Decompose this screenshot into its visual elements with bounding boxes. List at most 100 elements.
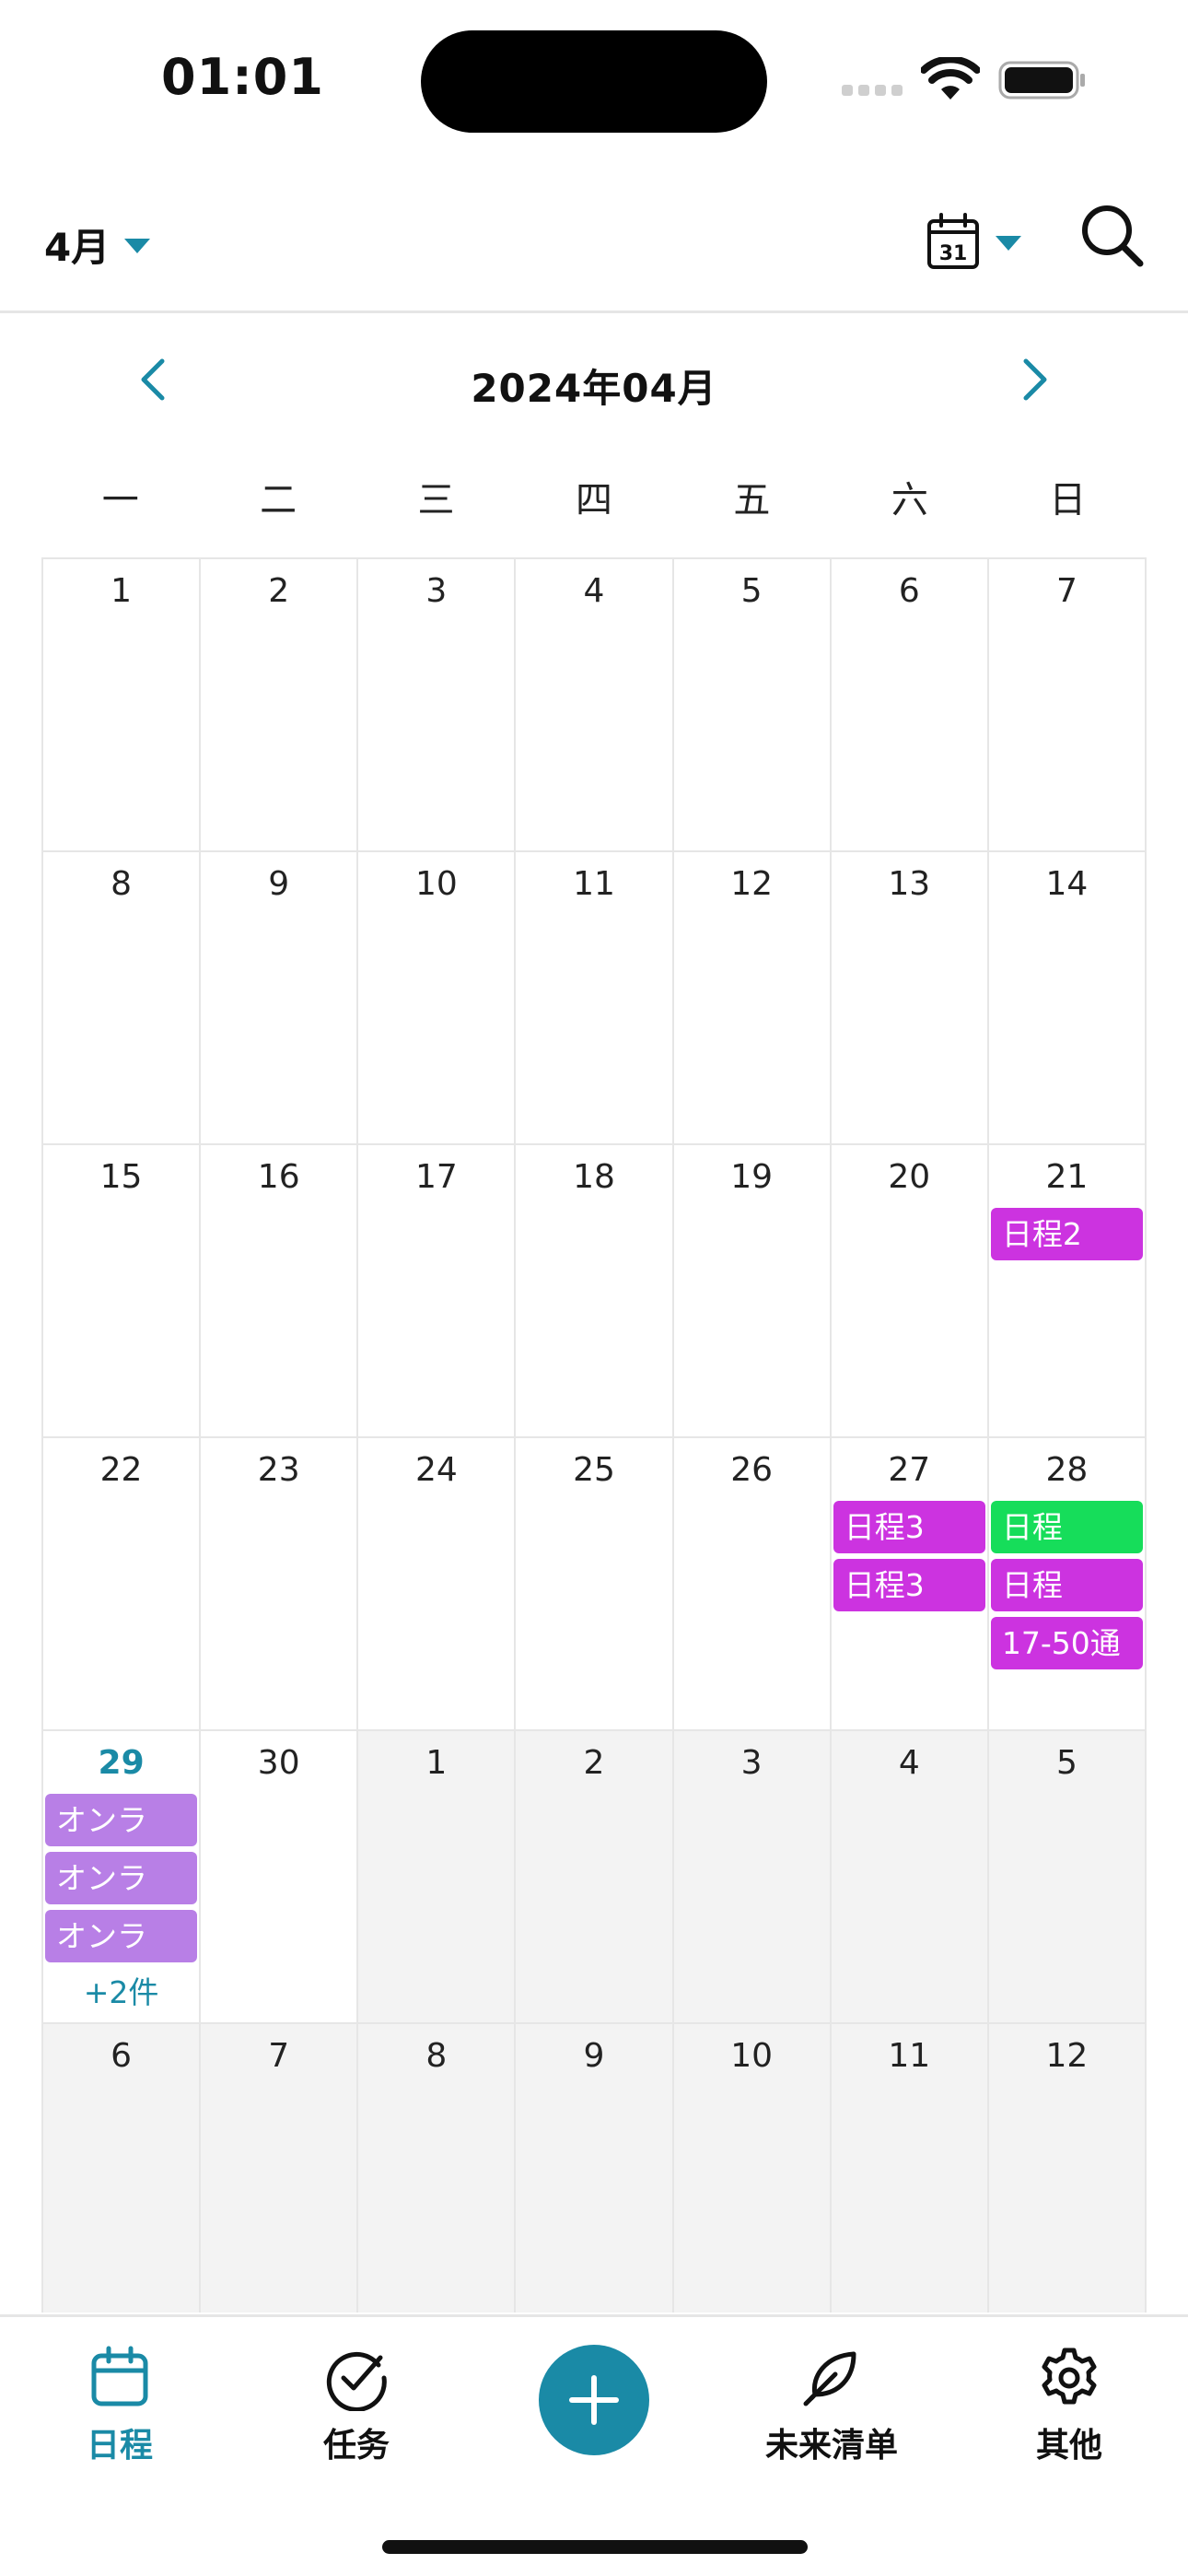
event-chip[interactable]: オンラ xyxy=(45,1852,198,1904)
day-number: 6 xyxy=(898,572,920,610)
day-number: 18 xyxy=(573,1158,615,1196)
calendar-day-cell-today[interactable]: 29 オンラ オンラ オンラ +2件 xyxy=(43,1731,202,2024)
event-chip[interactable]: 17-50通 xyxy=(990,1617,1143,1669)
day-number: 10 xyxy=(730,2037,774,2075)
calendar-day-cell[interactable]: 9 xyxy=(516,2024,674,2313)
calendar-day-cell[interactable]: 24 xyxy=(358,1438,517,1731)
day-number: 7 xyxy=(268,2037,290,2075)
event-chip[interactable]: オンラ xyxy=(45,1910,198,1962)
event-chip[interactable]: 日程 xyxy=(990,1501,1143,1553)
calendar-day-cell[interactable]: 1 xyxy=(43,559,202,852)
calendar-day-cell[interactable]: 6 xyxy=(831,559,989,852)
calendar-day-cell[interactable]: 18 xyxy=(516,1145,674,1438)
calendar-day-cell[interactable]: 25 xyxy=(516,1438,674,1731)
calendar-day-cell[interactable]: 3 xyxy=(358,559,517,852)
calendar-day-cell[interactable]: 14 xyxy=(988,852,1147,1145)
calendar-day-cell[interactable]: 3 xyxy=(673,1731,832,2024)
home-indicator xyxy=(382,2540,808,2554)
event-list: 日程 日程 17-50通 xyxy=(989,1492,1145,1669)
more-events-link[interactable]: +2件 xyxy=(45,1968,197,2012)
month-grid: 1 2 3 4 5 6 7 8 9 10 11 12 13 14 15 16 17 18 19 20 21 日程2 22 23… xyxy=(41,557,1147,2313)
event-chip[interactable]: 日程 xyxy=(990,1559,1143,1611)
day-number: 8 xyxy=(425,2037,448,2075)
day-number: 30 xyxy=(257,1744,300,1782)
calendar-day-cell[interactable]: 4 xyxy=(516,559,674,852)
day-number: 15 xyxy=(99,1158,143,1196)
calendar-day-cell[interactable]: 28 日程 日程 17-50通 xyxy=(988,1438,1147,1731)
tab-future-list-label: 未来清单 xyxy=(764,2427,898,2465)
calendar-day-cell[interactable]: 10 xyxy=(673,2024,832,2313)
calendar-day-cell[interactable]: 13 xyxy=(831,852,989,1145)
event-chip[interactable]: オンラ xyxy=(45,1794,198,1846)
calendar-day-cell[interactable]: 5 xyxy=(673,559,832,852)
search-icon[interactable] xyxy=(1079,203,1144,267)
day-number: 2 xyxy=(268,572,290,610)
calendar-header: 4月 31 xyxy=(0,175,1188,313)
month-dropdown[interactable]: 4月 xyxy=(44,212,151,276)
event-list: 日程3 日程3 xyxy=(832,1492,987,1611)
add-button[interactable] xyxy=(539,2345,649,2455)
calendar-day-cell[interactable]: 16 xyxy=(201,1145,359,1438)
day-number: 22 xyxy=(99,1451,143,1489)
calendar-day-cell[interactable]: 19 xyxy=(673,1145,832,1438)
day-number: 1 xyxy=(425,1744,448,1782)
day-number: 3 xyxy=(740,1744,763,1782)
tab-schedule[interactable]: 日程 xyxy=(28,2345,212,2466)
calendar-day-cell[interactable]: 27 日程3 日程3 xyxy=(831,1438,989,1731)
weekday-label: 五 xyxy=(733,479,771,521)
day-number: 10 xyxy=(414,865,458,903)
calendar-day-cell[interactable]: 11 xyxy=(516,852,674,1145)
day-number: 8 xyxy=(111,865,133,903)
day-number: 12 xyxy=(1045,2037,1089,2075)
calendar-day-cell[interactable]: 11 xyxy=(831,2024,989,2313)
day-number: 20 xyxy=(888,1158,931,1196)
calendar-day-cell[interactable]: 20 xyxy=(831,1145,989,1438)
calendar-day-cell[interactable]: 6 xyxy=(43,2024,202,2313)
weekday-label: 一 xyxy=(101,479,139,521)
day-number: 4 xyxy=(898,1744,920,1782)
tab-other[interactable]: 其他 xyxy=(977,2345,1161,2466)
calendar-day-cell[interactable]: 7 xyxy=(201,2024,359,2313)
calendar-day-cell[interactable]: 4 xyxy=(831,1731,989,2024)
calendar-day-cell[interactable]: 2 xyxy=(516,1731,674,2024)
day-number: 26 xyxy=(730,1451,774,1489)
event-list: オンラ オンラ オンラ +2件 xyxy=(43,1785,199,2012)
calendar-day-cell[interactable]: 2 xyxy=(201,559,359,852)
calendar-day-cell[interactable]: 15 xyxy=(43,1145,202,1438)
weekday-label: 四 xyxy=(575,479,612,521)
tab-tasks[interactable]: 任务 xyxy=(264,2345,448,2466)
weekday-label: 六 xyxy=(891,479,928,521)
tab-future-list[interactable]: 未来清单 xyxy=(740,2345,924,2466)
dropdown-triangle-icon xyxy=(996,236,1021,251)
calendar-day-cell[interactable]: 1 xyxy=(358,1731,517,2024)
check-circle-icon xyxy=(326,2351,387,2411)
weekday-header-row: 一 二 三 四 五 六 日 xyxy=(41,470,1147,534)
chevron-right-icon[interactable] xyxy=(1006,352,1061,407)
calendar-day-cell[interactable]: 7 xyxy=(988,559,1147,852)
month-navigation: 2024年04月 xyxy=(0,341,1188,424)
calendar-day-cell[interactable]: 22 xyxy=(43,1438,202,1731)
calendar-day-cell[interactable]: 5 xyxy=(988,1731,1147,2024)
day-number: 11 xyxy=(888,2037,931,2075)
event-chip[interactable]: 日程2 xyxy=(990,1208,1143,1260)
event-chip[interactable]: 日程3 xyxy=(833,1559,985,1611)
calendar-day-cell[interactable]: 9 xyxy=(201,852,359,1145)
calendar-day-cell[interactable]: 26 xyxy=(673,1438,832,1731)
calendar-day-cell[interactable]: 8 xyxy=(43,852,202,1145)
day-number: 4 xyxy=(583,572,605,610)
calendar-day-cell[interactable]: 30 xyxy=(201,1731,359,2024)
bottom-tab-bar: 日程 任务 未来清单 其他 xyxy=(0,2314,1188,2576)
dynamic-island xyxy=(421,30,767,133)
calendar-day-cell[interactable]: 10 xyxy=(358,852,517,1145)
calendar-day-cell[interactable]: 23 xyxy=(201,1438,359,1731)
calendar-day-cell[interactable]: 17 xyxy=(358,1145,517,1438)
day-number: 23 xyxy=(257,1451,300,1489)
calendar-day-cell[interactable]: 8 xyxy=(358,2024,517,2313)
calendar-day-cell[interactable]: 21 日程2 xyxy=(988,1145,1147,1438)
calendar-day-cell[interactable]: 12 xyxy=(988,2024,1147,2313)
calendar-day-cell[interactable]: 12 xyxy=(673,852,832,1145)
tab-other-label: 其他 xyxy=(1035,2427,1102,2465)
day-number: 11 xyxy=(573,865,615,903)
calendar-view-switch[interactable]: 31 xyxy=(926,205,1021,278)
event-chip[interactable]: 日程3 xyxy=(833,1501,985,1553)
